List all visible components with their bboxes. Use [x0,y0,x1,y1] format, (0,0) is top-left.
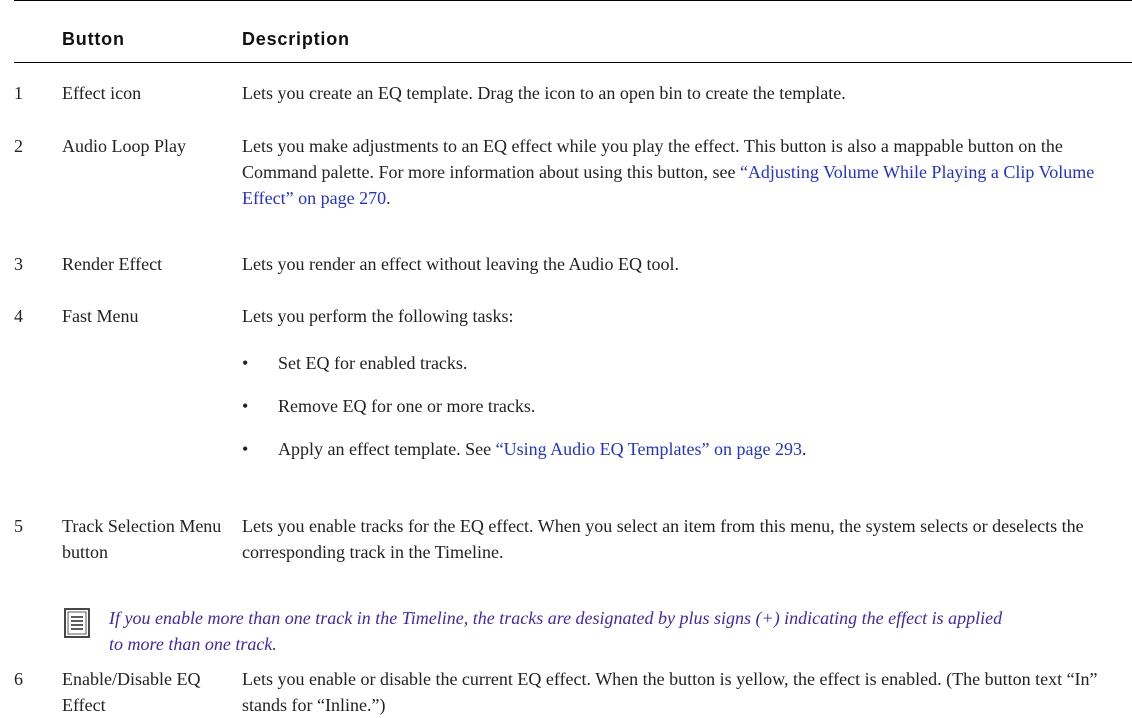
button-name: Audio Loop Play [62,136,186,156]
bullet-text-lead: Apply an effect template. See [278,439,496,459]
button-name: Track Selection Menu button [62,516,222,562]
button-description: Lets you enable tracks for the EQ effect… [242,516,1084,562]
note-icon [64,608,90,638]
table-header-rule [14,62,1132,63]
cross-reference-link[interactable]: “Using Audio EQ Templates” on page 293 [496,439,802,459]
bullet-text: Apply an effect template. See “Using Aud… [278,436,806,462]
button-description: Lets you render an effect without leavin… [242,254,680,274]
button-description: Lets you create an EQ template. Drag the… [242,83,846,103]
row-number: 2 [14,136,23,156]
table-header: Button Description [14,1,1132,62]
row-number: 3 [14,254,23,274]
row-number: 6 [14,669,23,689]
bullet-text-tail: . [801,439,807,459]
row-number: 5 [14,516,23,536]
button-name: Effect icon [62,83,142,103]
header-description: Description [242,29,350,49]
button-name: Fast Menu [62,306,139,326]
button-name: Enable/Disable EQ Effect [62,669,201,715]
button-description: Lets you make adjustments to an EQ effec… [242,133,1127,211]
description-text-tail: . [386,188,391,208]
row-number: 4 [14,306,23,326]
button-description: Lets you enable or disable the current E… [242,669,1098,715]
bullet-text: Remove EQ for one or more tracks. [278,396,536,416]
button-name: Render Effect [62,254,163,274]
bullet-marker: • [242,439,249,459]
bullet-marker: • [242,353,249,373]
bullet-marker: • [242,396,249,416]
bullet-text: Set EQ for enabled tracks. [278,353,468,373]
header-button: Button [62,29,125,49]
row-number: 1 [14,83,23,103]
note-text: If you enable more than one track in the… [109,608,1003,654]
button-description: Lets you perform the following tasks: [242,306,514,326]
